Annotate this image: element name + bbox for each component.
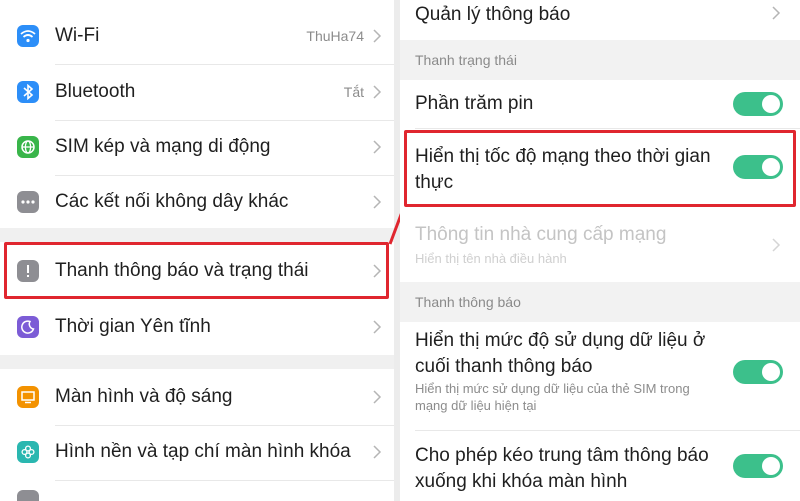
flower-icon xyxy=(17,441,39,463)
chevron-right-icon xyxy=(373,390,382,404)
bluetooth-icon xyxy=(17,81,39,103)
chevron-right-icon xyxy=(373,29,382,43)
settings-item-label: Wi-Fi xyxy=(55,25,100,46)
battery-percent-toggle[interactable] xyxy=(733,92,783,116)
battery-percent-label: Phần trăm pin xyxy=(415,93,534,114)
settings-item-label: Các kết nối không dây khác xyxy=(55,191,289,212)
globe-icon xyxy=(17,136,39,158)
bluetooth-status: Tắt xyxy=(343,84,364,100)
section-header-status-bar: Thanh trạng thái xyxy=(400,40,800,80)
settings-item-label: Thời gian Yên tĩnh xyxy=(55,316,211,337)
settings-item-label: Bluetooth xyxy=(55,81,136,102)
manage-notifications-item[interactable]: Quản lý thông báo xyxy=(400,0,800,40)
partial-item-icon xyxy=(17,490,39,501)
settings-item-label: Màn hình và độ sáng xyxy=(55,386,233,407)
settings-item-wifi[interactable]: Wi-Fi ThuHa74 xyxy=(0,14,394,58)
chevron-right-icon xyxy=(373,195,382,209)
data-usage-item[interactable]: Hiển thị mức độ sử dụng dữ liệu ở cuối t… xyxy=(400,322,800,430)
chevron-right-icon xyxy=(373,445,382,459)
chevron-right-icon xyxy=(772,238,781,252)
display-icon xyxy=(17,386,39,408)
settings-item-label: Thanh thông báo và trạng thái xyxy=(55,260,309,281)
lockscreen-pull-down-item[interactable]: Cho phép kéo trung tâm thông báo xuống k… xyxy=(400,434,800,501)
data-usage-label: Hiển thị mức độ sử dụng dữ liệu ở cuối t… xyxy=(415,330,706,377)
section-header-label: Thanh thông báo xyxy=(415,294,521,310)
data-usage-subtitle: Hiển thị mức sử dụng dữ liệu của thẻ SIM… xyxy=(415,381,690,413)
settings-item-quiet-time[interactable]: Thời gian Yên tĩnh xyxy=(0,305,394,349)
chevron-right-icon xyxy=(772,6,781,20)
notification-status-settings-panel: Quản lý thông báo Thanh trạng thái Phần … xyxy=(400,0,800,501)
moon-icon xyxy=(17,316,39,338)
section-header-label: Thanh trạng thái xyxy=(415,52,517,68)
lockscreen-pull-down-toggle[interactable] xyxy=(733,454,783,478)
chevron-right-icon xyxy=(373,320,382,334)
realtime-speed-item[interactable]: Hiển thị tốc độ mạng theo thời gian thực xyxy=(400,132,800,208)
realtime-speed-toggle[interactable] xyxy=(733,155,783,179)
section-header-notification-bar: Thanh thông báo xyxy=(400,282,800,322)
battery-percent-item[interactable]: Phần trăm pin xyxy=(400,80,800,128)
settings-item-bluetooth[interactable]: Bluetooth Tắt xyxy=(0,70,394,114)
data-usage-toggle[interactable] xyxy=(733,360,783,384)
chevron-right-icon xyxy=(373,264,382,278)
settings-item-other-wireless[interactable]: Các kết nối không dây khác xyxy=(0,180,394,224)
settings-item-notification-status-bar[interactable]: Thanh thông báo và trạng thái xyxy=(0,248,394,294)
settings-list-panel: Wi-Fi ThuHa74 Bluetooth Tắt SIM kép và m… xyxy=(0,0,394,501)
manage-notifications-label: Quản lý thông báo xyxy=(415,4,571,25)
settings-item-wallpaper[interactable]: Hình nền và tạp chí màn hình khóa xyxy=(0,430,394,474)
wifi-network-name: ThuHa74 xyxy=(306,28,364,44)
settings-item-label: SIM kép và mạng di động xyxy=(55,136,271,157)
notification-icon xyxy=(17,260,39,282)
wifi-icon xyxy=(17,25,39,47)
settings-item-sim[interactable]: SIM kép và mạng di động xyxy=(0,125,394,169)
carrier-info-subtitle: Hiển thị tên nhà điều hành xyxy=(415,251,567,266)
settings-item-display-brightness[interactable]: Màn hình và độ sáng xyxy=(0,375,394,419)
carrier-info-label: Thông tin nhà cung cấp mạng xyxy=(415,224,667,245)
realtime-speed-label: Hiển thị tốc độ mạng theo thời gian thực xyxy=(415,146,711,193)
more-icon xyxy=(17,191,39,213)
carrier-info-item: Thông tin nhà cung cấp mạng Hiển thị tên… xyxy=(400,210,800,280)
settings-item-label: Hình nền và tạp chí màn hình khóa xyxy=(55,441,351,462)
chevron-right-icon xyxy=(373,140,382,154)
chevron-right-icon xyxy=(373,85,382,99)
lockscreen-pull-down-label: Cho phép kéo trung tâm thông báo xuống k… xyxy=(415,445,709,492)
